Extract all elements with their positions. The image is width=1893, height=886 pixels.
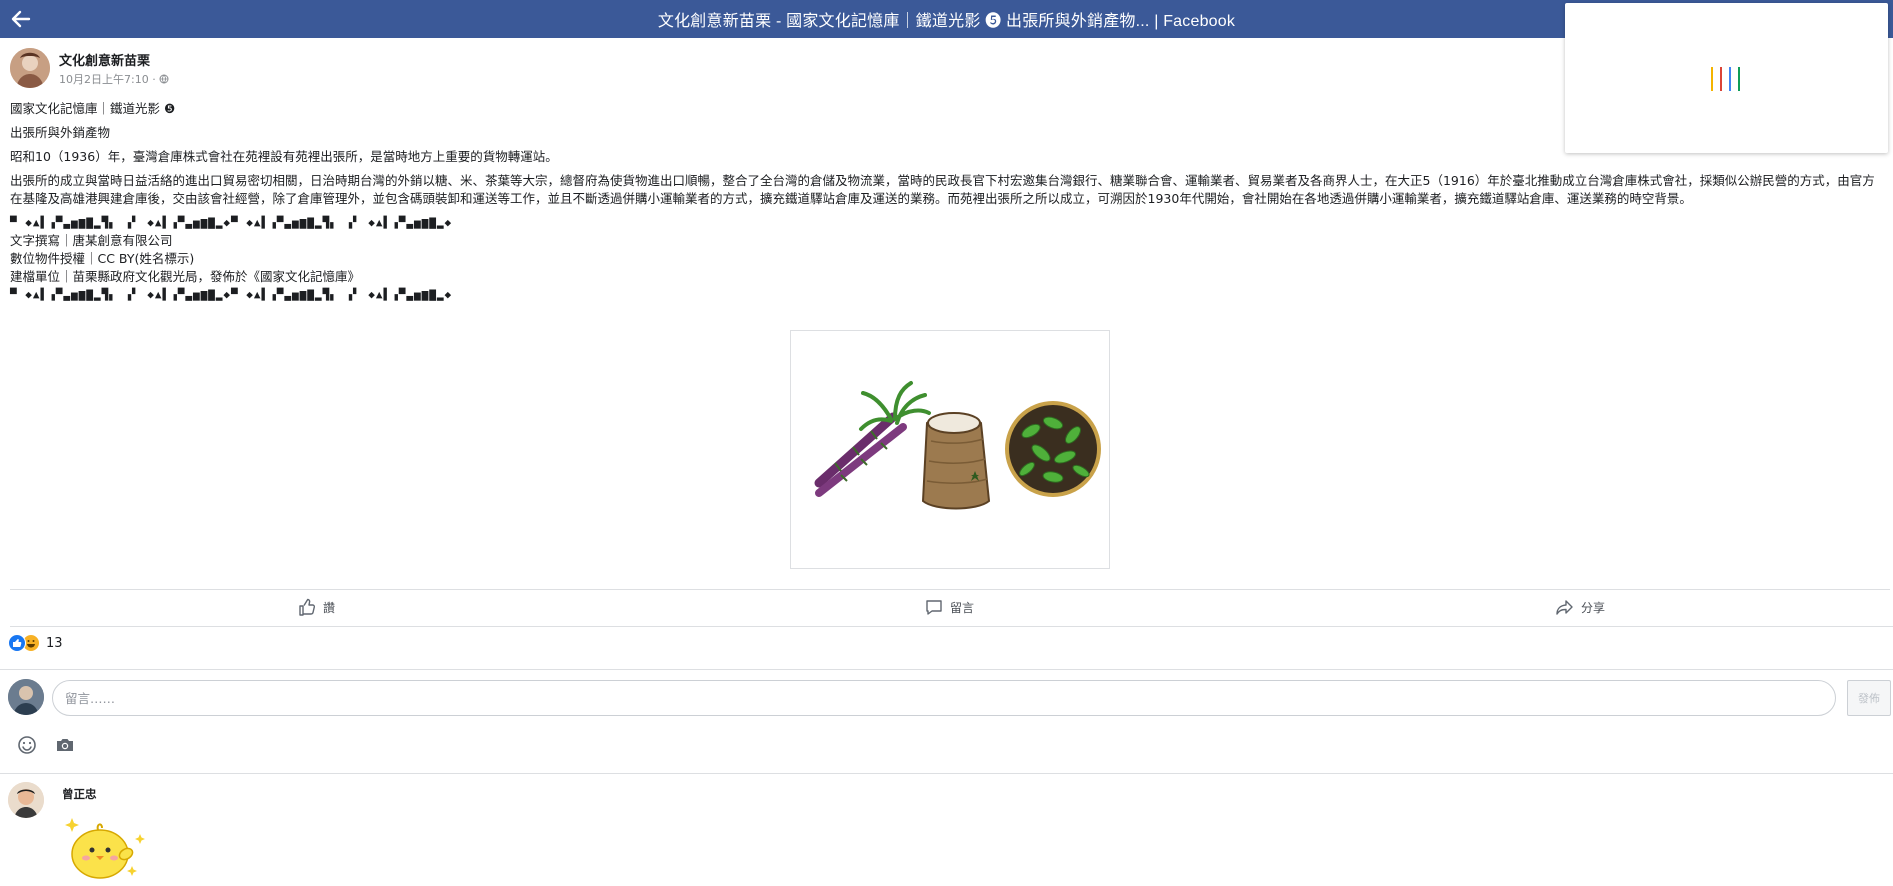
back-arrow-icon[interactable] <box>8 6 34 32</box>
current-user-avatar <box>8 679 44 715</box>
loader-bar <box>1738 67 1740 91</box>
comment-composer: 發佈 <box>8 678 1893 720</box>
page-name[interactable]: 文化創意新苗栗 <box>59 50 169 69</box>
credit-license: 數位物件授權｜CC BY(姓名標示) <box>10 251 195 266</box>
commenter-name[interactable]: 曾正忠 <box>62 786 97 802</box>
loader-bar <box>1720 67 1722 91</box>
comment-bubble-icon <box>926 600 942 615</box>
commenter-avatar[interactable] <box>8 782 44 818</box>
post-text: 國家文化記憶庫｜鐵道光影 ❺ 出張所與外銷產物 昭和10（1936）年，臺灣倉庫… <box>10 100 1880 304</box>
window-title: 文化創意新苗栗 - 國家文化記憶庫｜鐵道光影 ❺ 出張所與外銷產物... | F… <box>657 13 1236 30</box>
divider <box>10 626 1893 627</box>
photo-button[interactable] <box>52 733 78 757</box>
like-button[interactable]: 讚 <box>297 597 335 617</box>
separator-line: ▀ ◆▲▌▗▀▃▅▆▇▂▜▖ ▗▘ ◆▲▌▗▀▃▅▆▇▂◆▀ ◆▲▌▗▀▃▅▆▇… <box>10 216 453 229</box>
export-goods-illustration <box>814 381 1101 510</box>
divider <box>0 669 1893 670</box>
post-header: 文化創意新苗栗 10月2日上午7:10 · <box>10 48 169 88</box>
comment-label: 留言 <box>950 600 975 615</box>
page-avatar[interactable] <box>10 48 50 88</box>
emoji-button[interactable] <box>14 733 40 757</box>
post-timestamp[interactable]: 10月2日上午7:10 · <box>59 71 156 87</box>
post-comment-button[interactable]: 發佈 <box>1847 680 1891 716</box>
loading-spinner <box>1711 67 1740 91</box>
post-paragraph: 昭和10（1936）年，臺灣倉庫株式會社在苑裡設有苑裡出張所，是當時地方上重要的… <box>10 149 558 164</box>
post-paragraph: 國家文化記憶庫｜鐵道光影 ❺ <box>10 101 176 116</box>
like-reaction-icon <box>8 634 26 652</box>
chick-sticker <box>62 808 150 882</box>
post-paragraph: 出張所的成立與當時日益活絡的進出口貿易密切相關，日治時期台灣的外銷以糖、米、茶葉… <box>10 173 1875 206</box>
divider <box>0 773 1893 774</box>
loader-bar <box>1729 67 1731 91</box>
share-arrow-icon <box>1556 600 1573 615</box>
comment-tools <box>14 733 78 757</box>
comment-input[interactable] <box>52 680 1836 716</box>
post-paragraph: 出張所與外銷產物 <box>10 125 111 140</box>
tea-basket-illustration <box>1005 401 1101 497</box>
smiley-icon <box>18 736 36 754</box>
reaction-count: 13 <box>46 635 63 651</box>
separator-line: ▀ ◆▲▌▗▀▃▅▆▇▂▜▖ ▗▘ ◆▲▌▗▀▃▅▆▇▂◆▀ ◆▲▌▗▀▃▅▆▇… <box>10 288 453 301</box>
camera-icon <box>57 739 73 751</box>
share-label: 分享 <box>1581 600 1606 615</box>
comment-button[interactable]: 留言 <box>924 597 974 617</box>
sugarcane-illustration <box>814 381 931 497</box>
post-image[interactable] <box>790 330 1110 569</box>
credit-archiver: 建檔單位｜苗栗縣政府文化觀光局，發佈於《國家文化記憶庫》 <box>10 269 361 284</box>
post-actions-bar: 讚 留言 分享 <box>10 590 1890 626</box>
loader-bar <box>1711 67 1713 91</box>
thumbs-up-icon <box>299 598 316 616</box>
credit-author: 文字撰寫｜唐某創意有限公司 <box>10 233 173 248</box>
rice-sack-illustration <box>921 412 991 510</box>
reaction-summary[interactable]: 13 <box>8 634 63 652</box>
share-button[interactable]: 分享 <box>1555 597 1605 617</box>
like-label: 讚 <box>323 600 336 615</box>
globe-icon <box>159 74 169 83</box>
